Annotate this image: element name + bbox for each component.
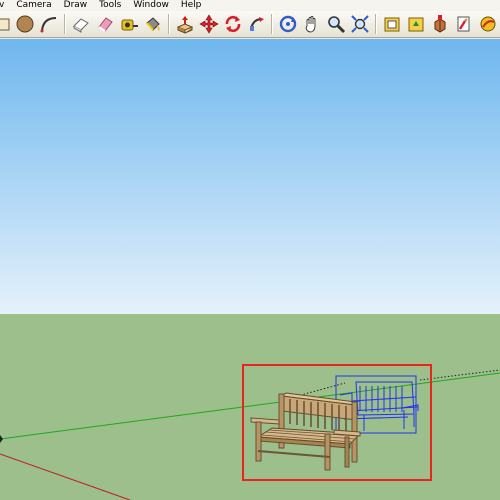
circle-icon[interactable] bbox=[14, 13, 36, 35]
share-model-icon[interactable] bbox=[405, 13, 427, 35]
ground bbox=[0, 314, 500, 500]
push-pull-icon[interactable] bbox=[174, 13, 196, 35]
toolbar-separator bbox=[63, 14, 66, 34]
menu-help[interactable]: Help bbox=[175, 0, 208, 11]
styles-icon[interactable] bbox=[453, 13, 475, 35]
sky bbox=[0, 39, 500, 314]
rotate-icon[interactable] bbox=[222, 13, 244, 35]
menu-view[interactable]: v bbox=[0, 0, 10, 11]
toolbar-separator bbox=[167, 14, 170, 34]
menu-bar: v Camera Draw Tools Window Help bbox=[0, 0, 500, 11]
components-icon[interactable] bbox=[429, 13, 451, 35]
drawing-viewport[interactable] bbox=[0, 39, 500, 500]
extension-icon[interactable] bbox=[477, 13, 499, 35]
pan-icon[interactable] bbox=[301, 13, 323, 35]
toolbar-separator bbox=[271, 14, 274, 34]
tape-measure-icon[interactable] bbox=[118, 13, 140, 35]
toolbar bbox=[0, 11, 500, 38]
menu-window[interactable]: Window bbox=[127, 0, 175, 11]
toolbar-separator bbox=[375, 14, 378, 34]
move-icon[interactable] bbox=[198, 13, 220, 35]
zoom-icon[interactable] bbox=[325, 13, 347, 35]
rectangle-icon[interactable] bbox=[0, 13, 12, 35]
menu-camera[interactable]: Camera bbox=[10, 0, 57, 11]
menu-tools[interactable]: Tools bbox=[93, 0, 127, 11]
zoom-extents-icon[interactable] bbox=[349, 13, 371, 35]
menu-draw[interactable]: Draw bbox=[58, 0, 94, 11]
scene-canvas[interactable] bbox=[0, 39, 500, 500]
orbit-icon[interactable] bbox=[277, 13, 299, 35]
paint-bucket-icon[interactable] bbox=[142, 13, 164, 35]
follow-me-icon[interactable] bbox=[246, 13, 268, 35]
get-models-icon[interactable] bbox=[381, 13, 403, 35]
arc-icon[interactable] bbox=[38, 13, 60, 35]
eraser-3d-icon[interactable] bbox=[70, 13, 92, 35]
eraser-icon[interactable] bbox=[94, 13, 116, 35]
